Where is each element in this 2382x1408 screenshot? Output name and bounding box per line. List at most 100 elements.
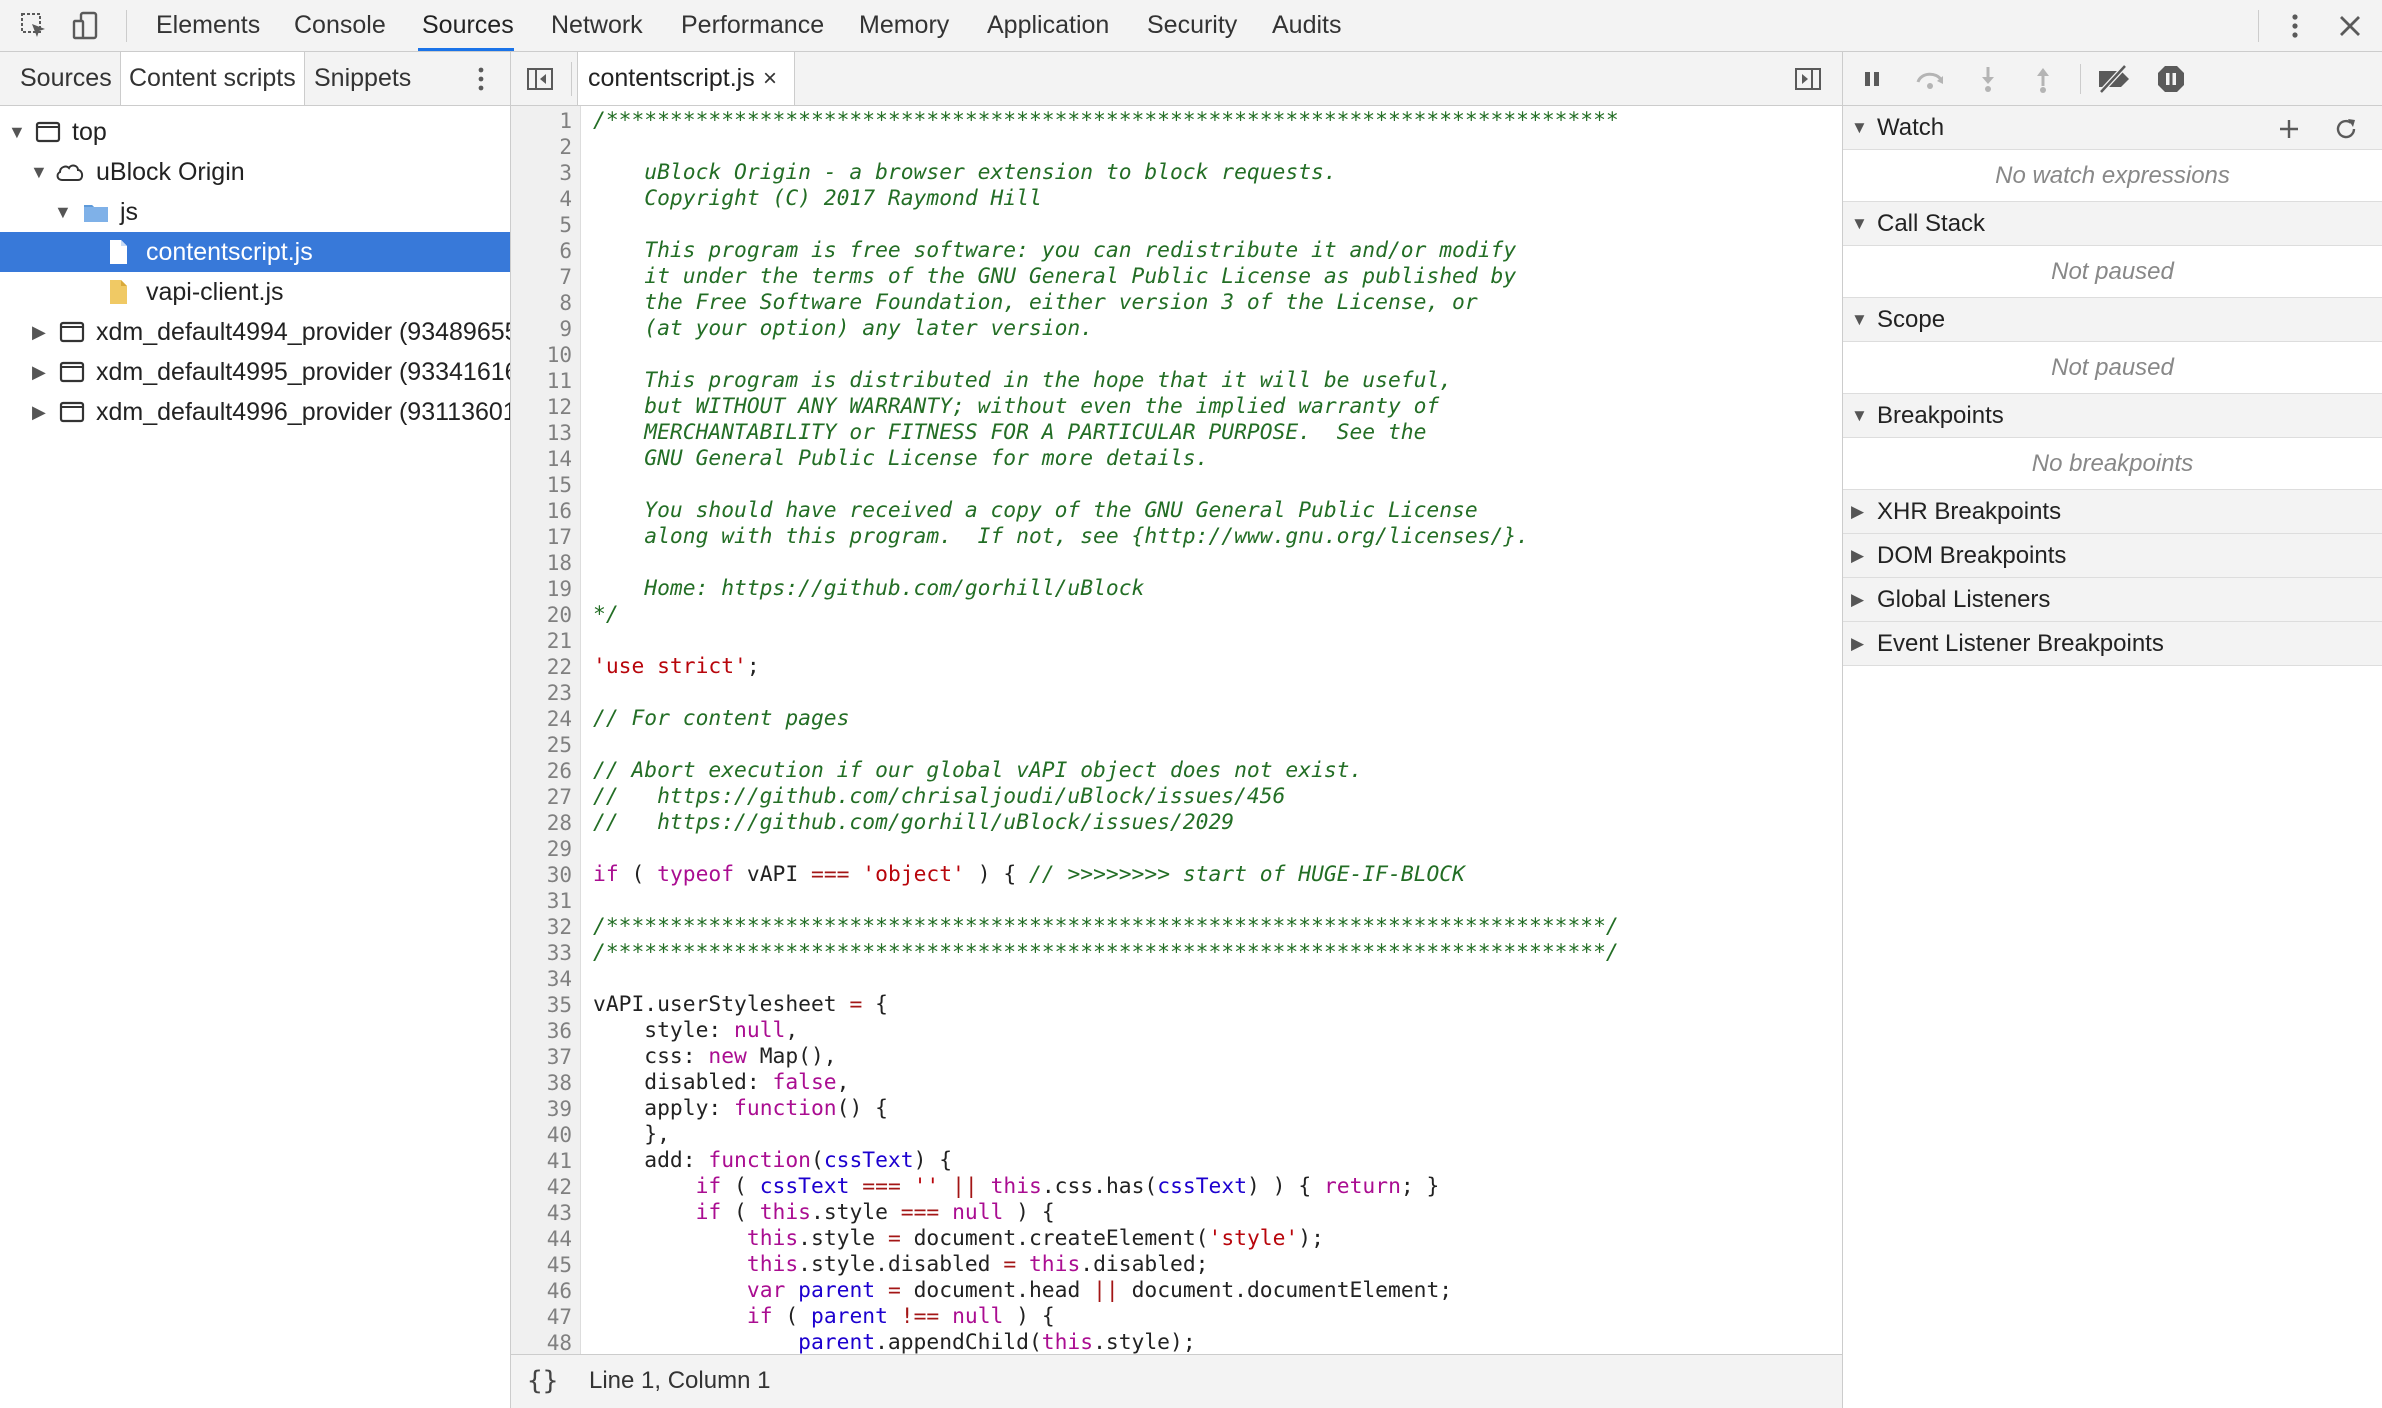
expand-triangle-icon[interactable]: ▼: [1851, 106, 1868, 150]
tab-memory[interactable]: Memory: [855, 0, 953, 51]
expand-triangle-icon[interactable]: ▼: [30, 152, 48, 192]
tab-network[interactable]: Network: [547, 0, 647, 51]
line-number[interactable]: 25: [547, 732, 572, 758]
line-number[interactable]: 45: [547, 1252, 572, 1278]
tab-sources[interactable]: Sources: [418, 0, 514, 51]
line-number[interactable]: 9: [559, 316, 572, 342]
collapse-triangle-icon[interactable]: ▶: [1851, 622, 1864, 666]
line-number[interactable]: 47: [547, 1304, 572, 1330]
global-listeners-pane-header[interactable]: ▶ Global Listeners: [1843, 578, 2382, 622]
line-number[interactable]: 1: [559, 108, 572, 134]
line-number[interactable]: 35: [547, 992, 572, 1018]
tree-item-ublock-origin[interactable]: ▼ uBlock Origin: [0, 152, 510, 192]
close-tab-icon[interactable]: ×: [763, 52, 777, 105]
line-number[interactable]: 42: [547, 1174, 572, 1200]
inspect-element-icon[interactable]: [18, 10, 50, 42]
pause-icon[interactable]: [1857, 64, 1887, 94]
file-tab-contentscript-js[interactable]: contentscript.js ×: [577, 52, 795, 105]
expand-triangle-icon[interactable]: ▼: [54, 192, 72, 232]
line-number[interactable]: 18: [547, 550, 572, 576]
scope-pane-header[interactable]: ▼ Scope: [1843, 298, 2382, 342]
call-stack-pane-header[interactable]: ▼ Call Stack: [1843, 202, 2382, 246]
watch-pane-header[interactable]: ▼ Watch: [1843, 106, 2382, 150]
collapse-triangle-icon[interactable]: ▶: [32, 392, 46, 432]
line-number[interactable]: 30: [547, 862, 572, 888]
expand-triangle-icon[interactable]: ▼: [8, 112, 26, 152]
line-number[interactable]: 14: [547, 446, 572, 472]
code-editor[interactable]: 1 2 3 4 5 6 7 8 9 10 11 12 13 14 15 16 17 18 19 20 21 22 23 24 2…: [511, 106, 1842, 1406]
line-number[interactable]: 28: [547, 810, 572, 836]
nav-tab-content-scripts[interactable]: Content scripts: [120, 52, 305, 105]
tab-security[interactable]: Security: [1143, 0, 1241, 51]
line-number[interactable]: 40: [547, 1122, 572, 1148]
toggle-navigator-icon[interactable]: [525, 64, 555, 94]
xhr-breakpoints-pane-header[interactable]: ▶ XHR Breakpoints: [1843, 490, 2382, 534]
line-number[interactable]: 43: [547, 1200, 572, 1226]
refresh-icon[interactable]: [2333, 116, 2359, 142]
tree-item-js-folder[interactable]: ▼ js: [0, 192, 510, 232]
line-number[interactable]: 32: [547, 914, 572, 940]
expand-triangle-icon[interactable]: ▼: [1851, 298, 1868, 342]
tree-item-vapi-client-js[interactable]: vapi-client.js: [0, 272, 510, 312]
tree-item-xdm-frame[interactable]: ▶ xdm_default4996_provider (931136015: [0, 392, 510, 432]
tab-application[interactable]: Application: [983, 0, 1113, 51]
line-number[interactable]: 37: [547, 1044, 572, 1070]
line-number[interactable]: 29: [547, 836, 572, 862]
line-number[interactable]: 3: [559, 160, 572, 186]
line-number[interactable]: 5: [559, 212, 572, 238]
breakpoints-pane-header[interactable]: ▼ Breakpoints: [1843, 394, 2382, 438]
line-number[interactable]: 23: [547, 680, 572, 706]
expand-triangle-icon[interactable]: ▼: [1851, 394, 1868, 438]
line-number[interactable]: 8: [559, 290, 572, 316]
collapse-triangle-icon[interactable]: ▶: [1851, 534, 1864, 578]
line-number[interactable]: 36: [547, 1018, 572, 1044]
collapse-triangle-icon[interactable]: ▶: [32, 312, 46, 352]
step-out-icon[interactable]: [2028, 64, 2058, 94]
line-number[interactable]: 27: [547, 784, 572, 810]
tab-performance[interactable]: Performance: [677, 0, 828, 51]
more-options-icon[interactable]: [2279, 10, 2311, 42]
line-number[interactable]: 12: [547, 394, 572, 420]
step-over-icon[interactable]: [1913, 64, 1947, 94]
nav-tab-sources[interactable]: Sources: [12, 52, 120, 105]
line-number[interactable]: 31: [547, 888, 572, 914]
line-number[interactable]: 41: [547, 1148, 572, 1174]
line-number[interactable]: 10: [547, 342, 572, 368]
line-number[interactable]: 6: [559, 238, 572, 264]
pause-on-exceptions-icon[interactable]: [2156, 64, 2186, 94]
line-number[interactable]: 11: [547, 368, 572, 394]
line-number[interactable]: 17: [547, 524, 572, 550]
dom-breakpoints-pane-header[interactable]: ▶ DOM Breakpoints: [1843, 534, 2382, 578]
line-number[interactable]: 34: [547, 966, 572, 992]
tree-item-top[interactable]: ▼ top: [0, 112, 510, 152]
tree-item-contentscript-js[interactable]: contentscript.js: [0, 232, 510, 272]
line-number[interactable]: 39: [547, 1096, 572, 1122]
tab-console[interactable]: Console: [290, 0, 390, 51]
deactivate-breakpoints-icon[interactable]: [2095, 64, 2133, 94]
line-number[interactable]: 2: [559, 134, 572, 160]
line-number[interactable]: 13: [547, 420, 572, 446]
more-options-icon[interactable]: [466, 64, 496, 94]
line-number[interactable]: 20: [547, 602, 572, 628]
close-icon[interactable]: [2334, 10, 2366, 42]
nav-tab-snippets[interactable]: Snippets: [306, 52, 419, 105]
tab-elements[interactable]: Elements: [152, 0, 264, 51]
device-toolbar-icon[interactable]: [70, 10, 102, 42]
add-icon[interactable]: [2277, 117, 2301, 141]
line-number[interactable]: 15: [547, 472, 572, 498]
collapse-triangle-icon[interactable]: ▶: [1851, 490, 1864, 534]
line-number[interactable]: 24: [547, 706, 572, 732]
line-number[interactable]: 16: [547, 498, 572, 524]
line-number[interactable]: 44: [547, 1226, 572, 1252]
line-number[interactable]: 26: [547, 758, 572, 784]
tab-audits[interactable]: Audits: [1268, 0, 1345, 51]
pretty-print-button[interactable]: {}: [527, 1355, 558, 1407]
toggle-debugger-icon[interactable]: [1793, 64, 1823, 94]
line-number[interactable]: 48: [547, 1330, 572, 1356]
collapse-triangle-icon[interactable]: ▶: [1851, 578, 1864, 622]
line-number[interactable]: 21: [547, 628, 572, 654]
line-number[interactable]: 38: [547, 1070, 572, 1096]
line-number[interactable]: 33: [547, 940, 572, 966]
step-into-icon[interactable]: [1973, 64, 2003, 94]
line-number[interactable]: 4: [559, 186, 572, 212]
